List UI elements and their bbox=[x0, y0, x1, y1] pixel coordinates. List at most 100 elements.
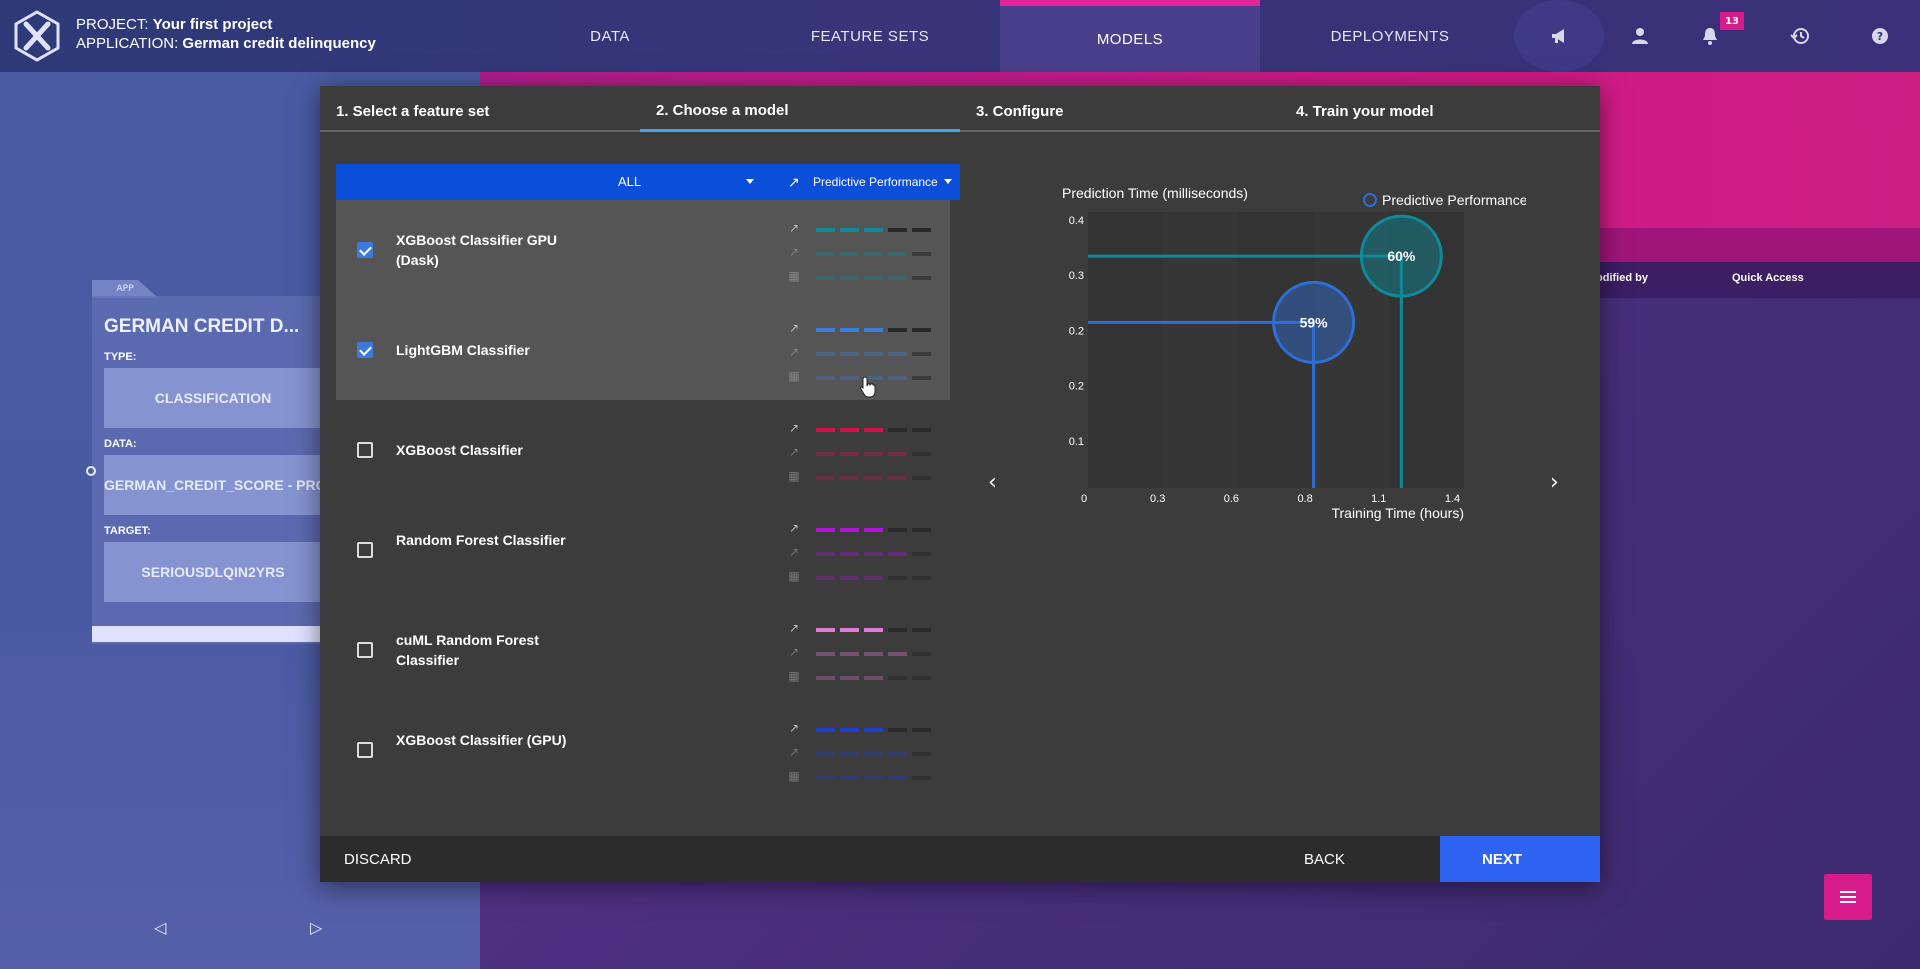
tab-feature-sets[interactable]: FEATURE SETS bbox=[740, 0, 1000, 72]
tab-models[interactable]: MODELS bbox=[1000, 0, 1260, 72]
sort-chevron-down-icon[interactable] bbox=[944, 179, 952, 184]
model-row[interactable]: LightGBM Classifier ↗ ↗ ▦ bbox=[336, 300, 950, 400]
score-segment bbox=[864, 752, 883, 756]
training-time-icon: ↗ bbox=[788, 345, 800, 359]
menu-fab-button[interactable] bbox=[1824, 874, 1872, 920]
y-tick-label: 0.4 bbox=[1069, 215, 1084, 227]
help-icon[interactable]: ? bbox=[1864, 20, 1896, 52]
chart-svg: Prediction Time (milliseconds) Training T… bbox=[1062, 185, 1526, 521]
score-segment bbox=[912, 652, 931, 656]
score-segment bbox=[840, 452, 859, 456]
chart-prev-arrow-icon[interactable]: ‹ bbox=[988, 470, 997, 495]
score-segment bbox=[888, 576, 907, 580]
score-segment bbox=[864, 276, 883, 280]
prediction-time-icon: ▦ bbox=[788, 269, 800, 283]
score-segment bbox=[888, 776, 907, 780]
history-icon[interactable] bbox=[1784, 20, 1816, 52]
step-configure[interactable]: 3. Configure bbox=[960, 86, 1280, 132]
model-checkbox[interactable] bbox=[357, 642, 373, 658]
legend-marker bbox=[1363, 193, 1377, 207]
x-tick-label: 0.3 bbox=[1150, 493, 1165, 505]
training-time-icon: ↗ bbox=[788, 545, 800, 559]
application-line: APPLICATION: German credit delinquency bbox=[76, 35, 376, 52]
score-segment bbox=[816, 252, 835, 256]
metric-score-bar bbox=[816, 752, 931, 756]
score-segment bbox=[888, 628, 907, 632]
megaphone-icon[interactable] bbox=[1544, 20, 1576, 52]
menu-line bbox=[1840, 896, 1856, 898]
model-row[interactable]: Random Forest Classifier ↗ ↗ ▦ bbox=[336, 500, 950, 600]
model-checkbox[interactable] bbox=[357, 342, 373, 358]
score-segment bbox=[864, 476, 883, 480]
metric-score-bar bbox=[816, 476, 931, 480]
score-segment bbox=[888, 728, 907, 732]
score-segment bbox=[840, 628, 859, 632]
score-segment bbox=[816, 376, 835, 380]
prediction-time-icon: ▦ bbox=[788, 369, 800, 383]
user-icon[interactable] bbox=[1624, 20, 1656, 52]
prev-page-icon[interactable]: ◁ bbox=[154, 918, 166, 937]
app-logo[interactable] bbox=[12, 10, 62, 62]
metric-score-bar bbox=[816, 628, 931, 632]
score-segment bbox=[816, 576, 835, 580]
metric-score-bar bbox=[816, 552, 931, 556]
category-filter[interactable]: ALL bbox=[618, 174, 641, 189]
model-row[interactable]: XGBoost Classifier ↗ ↗ ▦ bbox=[336, 400, 950, 500]
app-title: GERMAN CREDIT D... bbox=[104, 316, 300, 337]
model-row[interactable]: XGBoost Classifier GPU (Dask) ↗ ↗ ▦ bbox=[336, 200, 950, 300]
step-select-feature-set[interactable]: 1. Select a feature set bbox=[320, 86, 640, 132]
next-button[interactable]: NEXT bbox=[1440, 836, 1600, 882]
x-axis-label: Training Time (hours) bbox=[1331, 505, 1464, 521]
score-segment bbox=[816, 476, 835, 480]
score-segment bbox=[912, 728, 931, 732]
radio-indicator[interactable] bbox=[86, 466, 96, 476]
score-segment bbox=[912, 676, 931, 680]
model-checkbox[interactable] bbox=[357, 742, 373, 758]
score-segment bbox=[912, 276, 931, 280]
y-tick-label: 0.2 bbox=[1069, 325, 1084, 337]
category-chevron-down-icon[interactable] bbox=[746, 179, 754, 184]
score-segment bbox=[912, 428, 931, 432]
score-segment bbox=[816, 752, 835, 756]
score-segment bbox=[912, 776, 931, 780]
score-segment bbox=[840, 576, 859, 580]
score-segment bbox=[816, 676, 835, 680]
score-segment bbox=[840, 552, 859, 556]
score-segment bbox=[888, 252, 907, 256]
tab-deployments[interactable]: DEPLOYMENTS bbox=[1260, 0, 1520, 72]
back-button[interactable]: BACK bbox=[1304, 836, 1345, 882]
score-segment bbox=[840, 276, 859, 280]
discard-button[interactable]: DISCARD bbox=[344, 836, 412, 882]
application-label: APPLICATION: bbox=[76, 35, 179, 52]
model-checkbox[interactable] bbox=[357, 542, 373, 558]
model-name: XGBoost Classifier bbox=[396, 442, 523, 458]
model-checkbox[interactable] bbox=[357, 442, 373, 458]
model-row[interactable]: XGBoost Classifier (GPU) ↗ ↗ ▦ bbox=[336, 700, 950, 800]
prediction-time-icon: ▦ bbox=[788, 669, 800, 683]
model-row[interactable]: cuML Random Forest Classifier ↗ ↗ ▦ bbox=[336, 600, 950, 700]
target-label: TARGET: bbox=[104, 525, 151, 537]
chart-next-arrow-icon[interactable]: › bbox=[1550, 470, 1559, 495]
score-segment bbox=[864, 428, 883, 432]
score-segment bbox=[864, 628, 883, 632]
score-segment bbox=[912, 452, 931, 456]
score-segment bbox=[840, 328, 859, 332]
score-segment bbox=[864, 576, 883, 580]
score-segment bbox=[840, 476, 859, 480]
score-segment bbox=[912, 328, 931, 332]
type-value: CLASSIFICATION bbox=[104, 368, 322, 428]
next-page-icon[interactable]: ▷ bbox=[310, 918, 322, 937]
score-segment bbox=[840, 376, 859, 380]
menu-line bbox=[1840, 891, 1856, 893]
score-segment bbox=[840, 228, 859, 232]
tab-data[interactable]: DATA bbox=[480, 0, 740, 72]
score-segment bbox=[864, 352, 883, 356]
svg-text:?: ? bbox=[1877, 30, 1883, 43]
model-checkbox[interactable] bbox=[357, 242, 373, 258]
score-segment bbox=[816, 228, 835, 232]
y-tick-label: 0.1 bbox=[1069, 436, 1084, 448]
sort-filter[interactable]: Predictive Performance bbox=[813, 175, 938, 189]
step-train-model[interactable]: 4. Train your model bbox=[1280, 86, 1600, 132]
performance-trend-icon: ↗ bbox=[788, 521, 800, 535]
step-choose-model[interactable]: 2. Choose a model bbox=[640, 86, 960, 132]
